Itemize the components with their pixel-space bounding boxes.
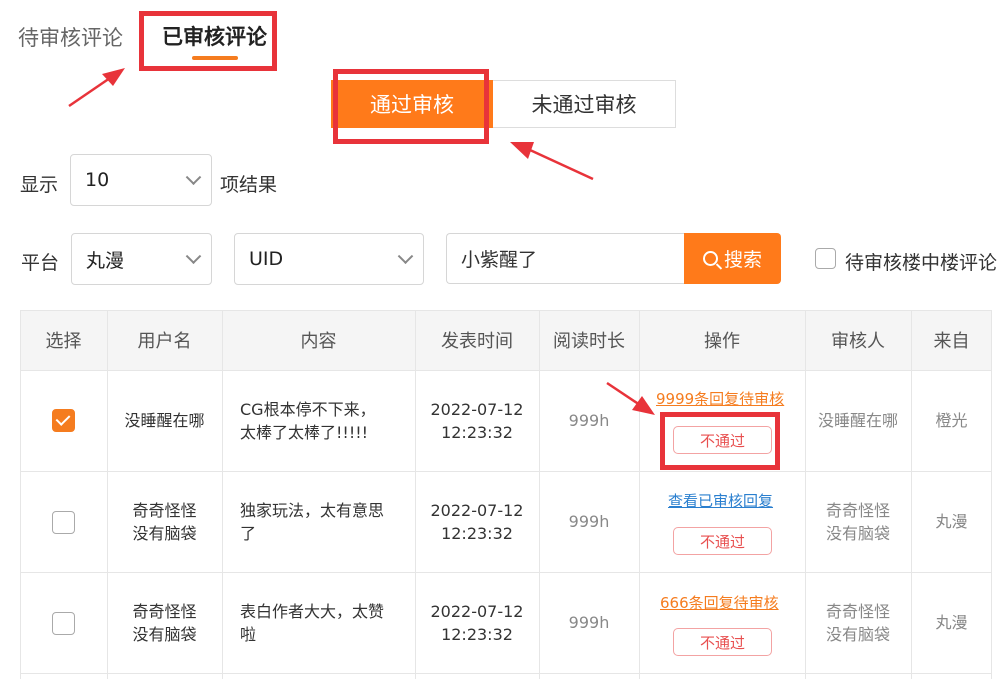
annotation-arrows — [68, 68, 655, 415]
arrow-to-pass-segment — [510, 142, 594, 181]
arrow-to-reviewed-tab — [68, 68, 125, 108]
arrow-to-pending-link — [606, 381, 655, 415]
